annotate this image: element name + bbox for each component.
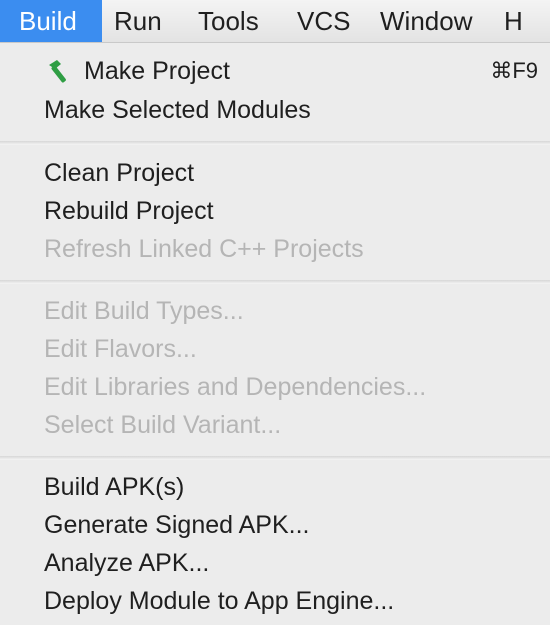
menu-item-label: Select Build Variant... bbox=[44, 410, 282, 439]
menu-help-partial[interactable]: H bbox=[492, 0, 550, 42]
menu-item-label: Refresh Linked C++ Projects bbox=[44, 234, 364, 263]
menu-item-refresh-linked-cpp-projects: Refresh Linked C++ Projects bbox=[0, 230, 550, 268]
menu-item-deploy-module-app-engine[interactable]: Deploy Module to App Engine... bbox=[0, 582, 550, 620]
menu-tools[interactable]: Tools bbox=[186, 0, 285, 42]
menu-item-label: Make Selected Modules bbox=[44, 95, 311, 124]
menu-item-label: Make Project bbox=[84, 56, 230, 85]
menu-vcs[interactable]: VCS bbox=[285, 0, 368, 42]
menu-item-label: Edit Build Types... bbox=[44, 296, 244, 325]
menu-item-analyze-apk[interactable]: Analyze APK... bbox=[0, 544, 550, 582]
menu-bar: Build Run Tools VCS Window H bbox=[0, 0, 550, 43]
menu-separator bbox=[0, 280, 550, 284]
build-menu-screen: Build Run Tools VCS Window H Make Projec… bbox=[0, 0, 550, 625]
menu-item-rebuild-project[interactable]: Rebuild Project bbox=[0, 192, 550, 230]
menu-item-label: Build APK(s) bbox=[44, 472, 185, 501]
menu-build[interactable]: Build bbox=[0, 0, 102, 42]
menu-item-label: Analyze APK... bbox=[44, 548, 210, 577]
menu-window[interactable]: Window bbox=[368, 0, 492, 42]
menu-item-edit-build-types: Edit Build Types... bbox=[0, 292, 550, 330]
menu-item-build-apks[interactable]: Build APK(s) bbox=[0, 468, 550, 506]
menu-item-label: Generate Signed APK... bbox=[44, 510, 310, 539]
menu-item-make-project[interactable]: Make Project ⌘F9 bbox=[0, 52, 550, 90]
menu-item-generate-signed-apk[interactable]: Generate Signed APK... bbox=[0, 506, 550, 544]
menu-item-clean-project[interactable]: Clean Project bbox=[0, 154, 550, 192]
menu-separator bbox=[0, 456, 550, 460]
menu-item-select-build-variant: Select Build Variant... bbox=[0, 406, 550, 444]
menu-item-edit-libraries-dependencies: Edit Libraries and Dependencies... bbox=[0, 368, 550, 406]
menu-item-label: Clean Project bbox=[44, 158, 195, 187]
menu-run[interactable]: Run bbox=[102, 0, 186, 42]
build-dropdown-menu: Make Project ⌘F9 Make Selected Modules C… bbox=[0, 43, 550, 625]
menu-item-make-selected-modules[interactable]: Make Selected Modules bbox=[0, 91, 550, 129]
menu-item-label: Edit Libraries and Dependencies... bbox=[44, 372, 427, 401]
keyboard-shortcut: ⌘F9 bbox=[490, 58, 538, 83]
menu-separator bbox=[0, 141, 550, 145]
menu-item-edit-flavors: Edit Flavors... bbox=[0, 330, 550, 368]
menu-item-label: Deploy Module to App Engine... bbox=[44, 586, 395, 615]
menu-item-label: Edit Flavors... bbox=[44, 334, 197, 363]
menu-item-label: Rebuild Project bbox=[44, 196, 214, 225]
hammer-icon bbox=[49, 60, 66, 83]
